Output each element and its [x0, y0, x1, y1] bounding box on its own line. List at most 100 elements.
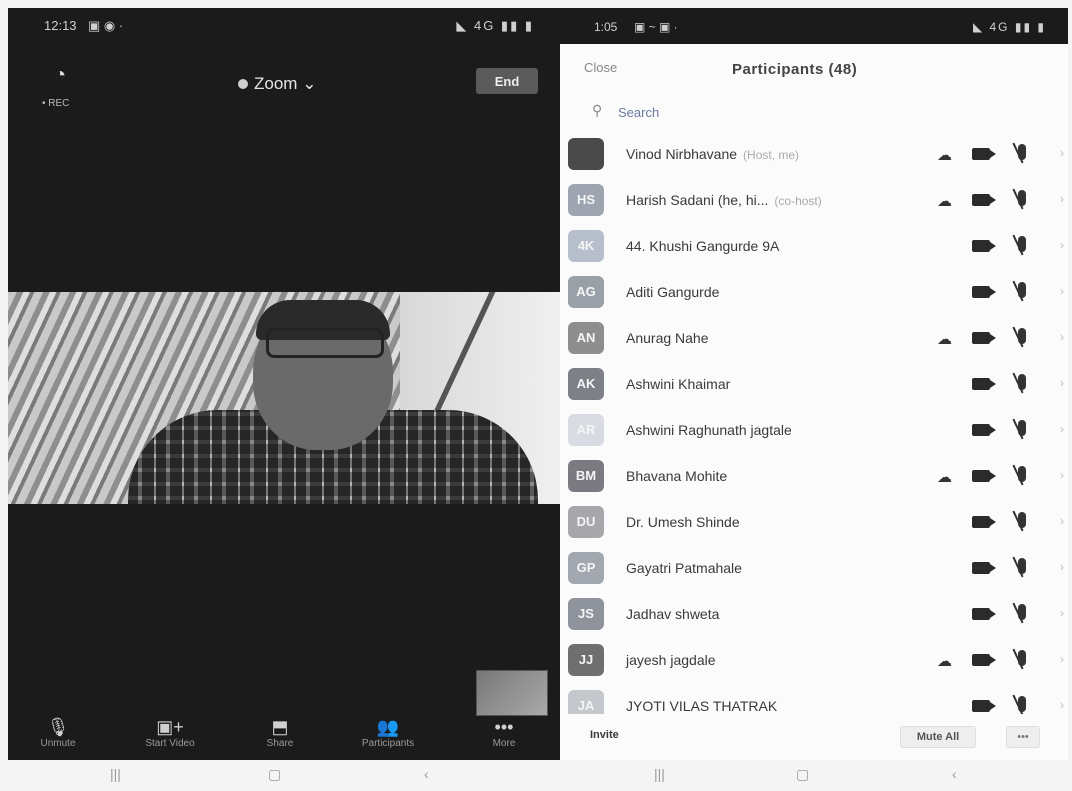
participant-row[interactable]: GP Gayatri Patmahale ›	[560, 546, 1068, 592]
speaker-icon[interactable]: ◔	[46, 64, 74, 92]
participant-name: Harish Sadani (he, hi... (co-host)	[626, 192, 822, 208]
recents-icon[interactable]: |||	[110, 766, 121, 782]
search-icon: ⚲	[592, 102, 603, 118]
avatar: HS	[568, 184, 604, 216]
unmute-button[interactable]: 🎙 Unmute	[8, 716, 108, 749]
participant-status-icons	[902, 420, 1042, 442]
video-off-icon	[972, 378, 996, 390]
video-off-icon	[972, 424, 996, 436]
participants-footer: Invite Mute All •••	[560, 714, 1068, 760]
toolbar-label: Unmute	[40, 738, 76, 749]
more-options-button[interactable]: •••	[1006, 726, 1040, 748]
chevron-down-icon: ⌄	[297, 74, 317, 93]
raised-hand-icon: ☁	[937, 469, 952, 486]
video-off-icon	[972, 332, 996, 344]
system-nav-right: ||| ▢ ‹	[560, 764, 1068, 788]
home-icon[interactable]: ▢	[796, 766, 809, 783]
status-bar: 12:13 ▣ ◉ · ◣ 4G ▮▮ ▮	[8, 8, 560, 48]
participant-row[interactable]: JA JYOTI VILAS THATRAK ›	[560, 684, 1068, 714]
participant-row[interactable]: JJ jayesh jagdale ☁ ›	[560, 638, 1068, 684]
participant-name-text: jayesh jagdale	[626, 652, 716, 668]
chevron-right-icon: ›	[1060, 652, 1064, 666]
participants-header: Close Participants (48)	[560, 44, 1068, 94]
avatar	[568, 138, 604, 170]
status-notification-icons: ▣ ◉ ·	[88, 18, 124, 33]
video-off-icon	[972, 562, 996, 574]
recents-icon[interactable]: |||	[654, 766, 665, 782]
participant-name-text: Bhavana Mohite	[626, 468, 728, 484]
end-button[interactable]: End	[476, 68, 538, 94]
more-button[interactable]: ••• More	[454, 716, 554, 749]
participant-status-icons	[902, 374, 1042, 396]
avatar: JS	[568, 598, 604, 630]
invite-button[interactable]: Invite	[584, 728, 625, 742]
avatar: 4K	[568, 230, 604, 262]
back-icon[interactable]: ‹	[952, 766, 957, 782]
video-off-icon	[972, 608, 996, 620]
participant-name-text: Aditi Gangurde	[626, 284, 720, 300]
participant-name: Ashwini Raghunath jagtale	[626, 422, 798, 438]
participant-row[interactable]: AK Ashwini Khaimar ›	[560, 362, 1068, 408]
status-bar: 1:05 ▣ ~ ▣ · ◣ 4G ▮▮ ▮	[560, 8, 1068, 44]
participants-button[interactable]: 👥 Participants	[338, 716, 438, 749]
participants-icon: 👥	[376, 717, 400, 737]
mic-muted-icon	[1018, 374, 1026, 390]
video-off-icon: ▣+	[156, 717, 184, 737]
meeting-title[interactable]: Zoom ⌄	[238, 74, 316, 94]
participant-row[interactable]: AN Anurag Nahe ☁ ›	[560, 316, 1068, 362]
participant-row[interactable]: BM Bhavana Mohite ☁ ›	[560, 454, 1068, 500]
mic-muted-icon	[1018, 190, 1026, 206]
participant-name: Dr. Umesh Shinde	[626, 514, 746, 530]
chevron-right-icon: ›	[1060, 330, 1064, 344]
page-title: Participants (48)	[732, 61, 858, 78]
chevron-right-icon: ›	[1060, 192, 1064, 206]
avatar: AG	[568, 276, 604, 308]
participant-row[interactable]: AG Aditi Gangurde ›	[560, 270, 1068, 316]
mute-all-button[interactable]: Mute All	[900, 726, 976, 748]
start-video-button[interactable]: ▣+ Start Video	[120, 716, 220, 749]
participant-name-text: Ashwini Raghunath jagtale	[626, 422, 792, 438]
toolbar-label: More	[492, 738, 516, 749]
video-off-icon	[972, 148, 996, 160]
participant-row[interactable]: 4K 44. Khushi Gangurde 9A ›	[560, 224, 1068, 270]
chevron-right-icon: ›	[1060, 146, 1064, 160]
video-off-icon	[972, 240, 996, 252]
active-speaker-video[interactable]	[8, 292, 560, 504]
search-bar: ⚲	[586, 100, 986, 124]
participant-name-text: Anurag Nahe	[626, 330, 709, 346]
close-button[interactable]: Close	[584, 60, 617, 75]
avatar: AR	[568, 414, 604, 446]
chevron-right-icon: ›	[1060, 238, 1064, 252]
avatar: GP	[568, 552, 604, 584]
home-icon[interactable]: ▢	[268, 766, 281, 783]
mic-muted-icon	[1018, 558, 1026, 574]
speaker-figure	[128, 300, 538, 504]
participant-status-icons: ☁	[902, 144, 1042, 166]
chevron-right-icon: ›	[1060, 514, 1064, 528]
mic-muted-icon	[1018, 420, 1026, 436]
participant-name: Gayatri Patmahale	[626, 560, 748, 576]
share-button[interactable]: ⬒ Share	[230, 716, 330, 749]
status-time: 1:05	[594, 20, 618, 34]
participant-status-icons	[902, 604, 1042, 626]
participant-status-icons: ☁	[902, 328, 1042, 350]
chevron-right-icon: ›	[1060, 468, 1064, 482]
participant-row[interactable]: HS Harish Sadani (he, hi... (co-host) ☁ ›	[560, 178, 1068, 224]
participant-row[interactable]: DU Dr. Umesh Shinde ›	[560, 500, 1068, 546]
participant-row[interactable]: JS Jadhav shweta ›	[560, 592, 1068, 638]
video-off-icon	[972, 470, 996, 482]
raised-hand-icon: ☁	[937, 653, 952, 670]
chevron-right-icon: ›	[1060, 606, 1064, 620]
search-input[interactable]	[616, 100, 920, 124]
participant-status-icons: ☁	[902, 190, 1042, 212]
system-nav-left: ||| ▢ ‹	[0, 764, 560, 788]
participant-name-text: JYOTI VILAS THATRAK	[626, 698, 778, 714]
mic-muted-icon	[1018, 328, 1026, 344]
status-time: 12:13	[44, 18, 77, 33]
participant-row[interactable]: AR Ashwini Raghunath jagtale ›	[560, 408, 1068, 454]
chevron-right-icon: ›	[1060, 284, 1064, 298]
video-off-icon	[972, 700, 996, 712]
participant-row[interactable]: Vinod Nirbhavane (Host, me) ☁ ›	[560, 132, 1068, 178]
mic-muted-icon	[1018, 144, 1026, 160]
back-icon[interactable]: ‹	[424, 766, 429, 782]
